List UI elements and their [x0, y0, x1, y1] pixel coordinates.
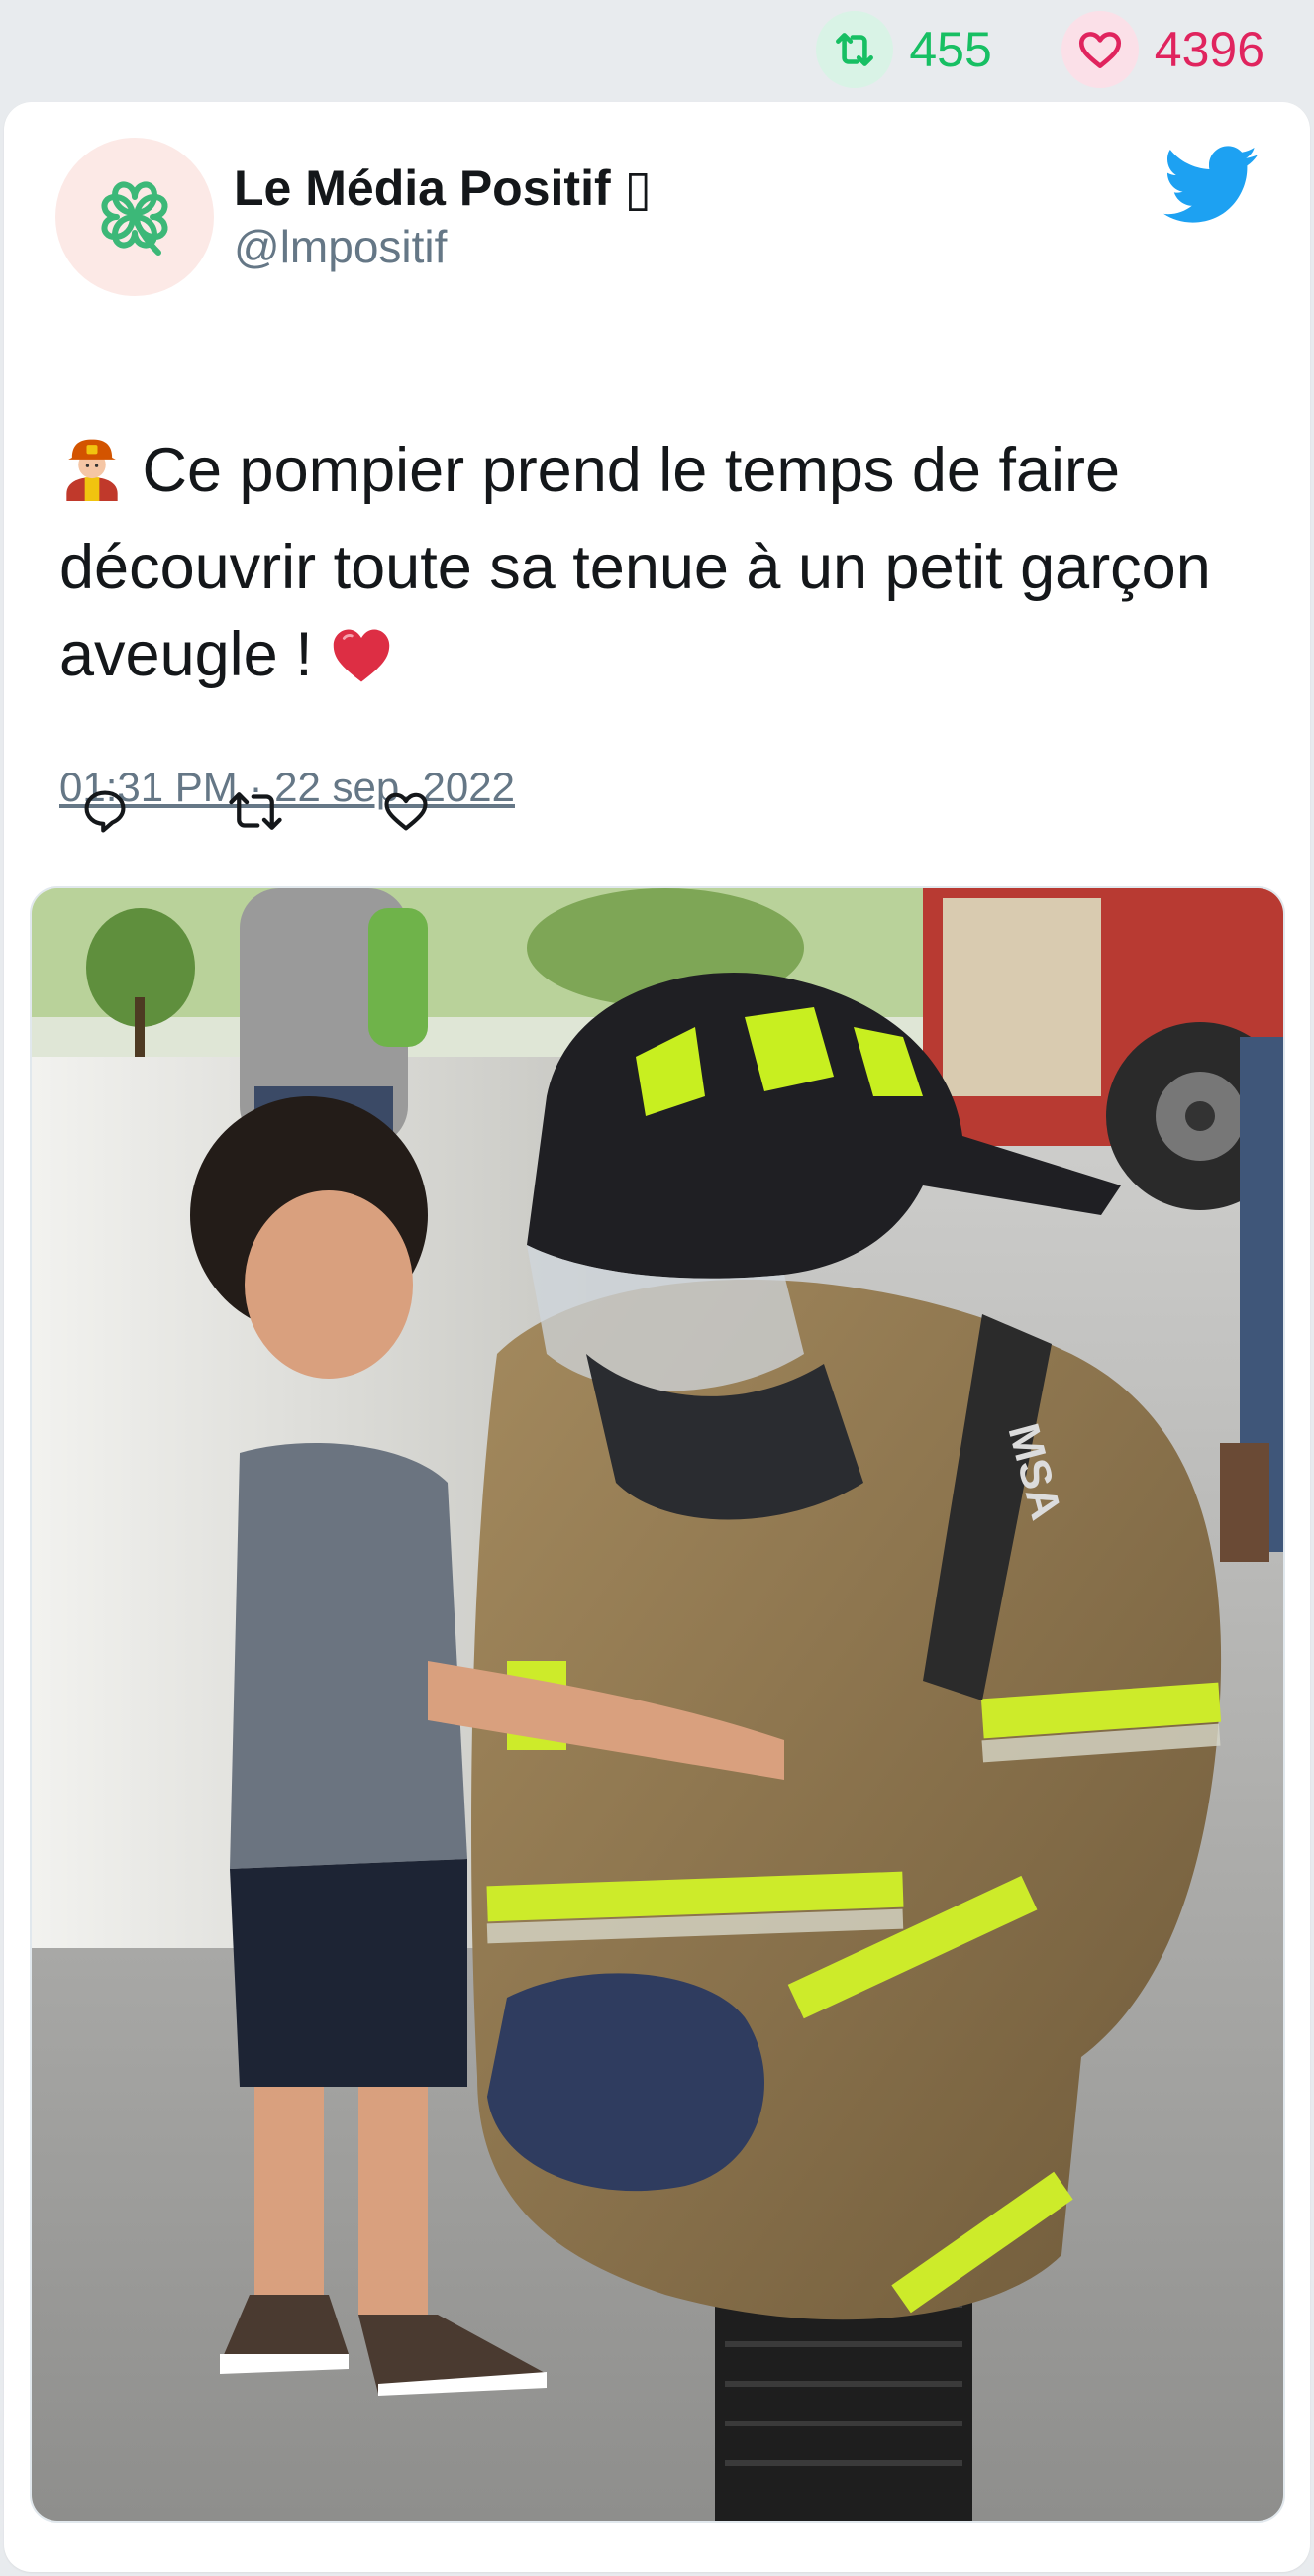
reply-button[interactable]: [75, 781, 135, 841]
tweet-text: Ce pompier prend le temps de faire décou…: [59, 427, 1255, 708]
red-heart-emoji: [330, 621, 393, 708]
like-icon: [384, 792, 428, 831]
reply-icon: [84, 790, 126, 833]
author-name[interactable]: Le Média Positif ▯: [234, 158, 652, 218]
author-handle[interactable]: @lmpositif: [234, 220, 652, 274]
heart-stat-icon: [1061, 11, 1139, 88]
like-button[interactable]: [376, 781, 436, 841]
tweet-stats-bar: 455 4396: [0, 0, 1314, 99]
tweet-header: Le Média Positif ▯ @lmpositif: [55, 138, 1259, 296]
avatar[interactable]: [55, 138, 214, 296]
retweet-count: 455: [909, 22, 992, 77]
retweet-icon: [229, 792, 282, 830]
tweet-body: Ce pompier prend le temps de faire décou…: [59, 436, 1211, 689]
firefighter-emoji: [59, 436, 125, 524]
author-block: Le Média Positif ▯ @lmpositif: [234, 158, 652, 274]
four-leaf-clover-icon: [101, 181, 168, 256]
retweet-stat-icon: [816, 11, 894, 88]
twitter-bird-icon[interactable]: [1163, 146, 1259, 230]
like-count: 4396: [1154, 22, 1264, 77]
retweet-button[interactable]: [226, 781, 285, 841]
like-stat[interactable]: 4396: [1061, 11, 1264, 88]
tweet-actions: [75, 781, 527, 841]
retweet-stat[interactable]: 455: [816, 11, 992, 88]
tweet-card: Le Média Positif ▯ @lmpositif Ce pompier…: [4, 102, 1310, 2572]
tweet-media-photo[interactable]: MSA: [30, 886, 1285, 2523]
